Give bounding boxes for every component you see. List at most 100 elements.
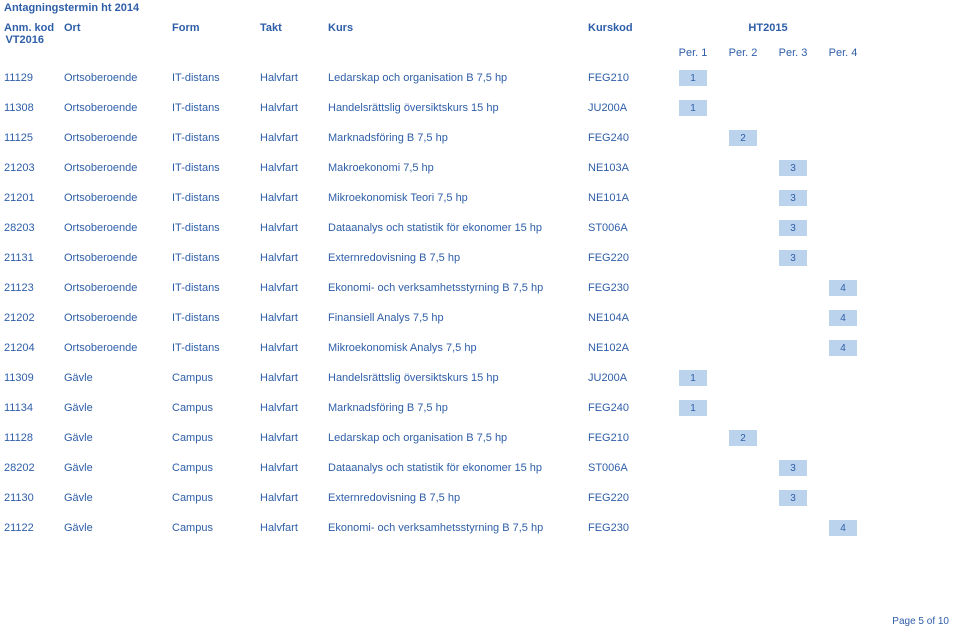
cell-takt: Halvfart: [260, 102, 328, 114]
cell-kurskod: FEG230: [588, 522, 668, 534]
cell-takt: Halvfart: [260, 522, 328, 534]
period-chip: 3: [779, 460, 807, 476]
cell-form: IT-distans: [172, 72, 260, 84]
period-chip: 3: [779, 190, 807, 206]
cell-kurs: Ledarskap och organisation B 7,5 hp: [328, 72, 588, 84]
period-cell: 4: [818, 340, 868, 356]
cell-takt: Halvfart: [260, 432, 328, 444]
period-cell: 1: [668, 70, 718, 86]
col-ort: Ort: [64, 22, 172, 34]
cell-kurskod: NE104A: [588, 312, 668, 324]
cell-kurskod: FEG220: [588, 252, 668, 264]
cell-form: Campus: [172, 462, 260, 474]
column-header-row: Anm. kod Ort Form Takt Kurs Kurskod HT20…: [0, 22, 959, 47]
spacer: [328, 47, 588, 59]
cell-kurskod: FEG240: [588, 402, 668, 414]
cell-form: Campus: [172, 432, 260, 444]
table-row: 28202GävleCampusHalvfartDataanalys och s…: [0, 453, 959, 483]
cell-kod: 28202: [4, 462, 64, 474]
cell-ort: Ortsoberoende: [64, 192, 172, 204]
col-ht2015: HT2015: [668, 22, 868, 34]
cell-kod: 21203: [4, 162, 64, 174]
cell-kurskod: FEG210: [588, 432, 668, 444]
cell-ort: Gävle: [64, 432, 172, 444]
spacer: [172, 47, 260, 59]
cell-form: IT-distans: [172, 222, 260, 234]
cell-takt: Halvfart: [260, 192, 328, 204]
period-chip: 3: [779, 160, 807, 176]
col-anm-kod: Anm. kod: [4, 22, 64, 34]
cell-takt: Halvfart: [260, 372, 328, 384]
cell-takt: Halvfart: [260, 312, 328, 324]
period-chip: 1: [679, 370, 707, 386]
period-chip: 4: [829, 520, 857, 536]
cell-form: IT-distans: [172, 192, 260, 204]
table-row: 28203OrtsoberoendeIT-distansHalvfartData…: [0, 213, 959, 243]
period-chip: 1: [679, 70, 707, 86]
table-row: 21130GävleCampusHalvfartExternredovisnin…: [0, 483, 959, 513]
cell-takt: Halvfart: [260, 222, 328, 234]
cell-takt: Halvfart: [260, 402, 328, 414]
cell-ort: Ortsoberoende: [64, 162, 172, 174]
cell-ort: Gävle: [64, 462, 172, 474]
table-row: 11129OrtsoberoendeIT-distansHalvfartLeda…: [0, 63, 959, 93]
table-row: 21131OrtsoberoendeIT-distansHalvfartExte…: [0, 243, 959, 273]
cell-form: Campus: [172, 492, 260, 504]
cell-ort: Ortsoberoende: [64, 252, 172, 264]
table-row: 21204OrtsoberoendeIT-distansHalvfartMikr…: [0, 333, 959, 363]
cell-kurs: Mikroekonomisk Teori 7,5 hp: [328, 192, 588, 204]
period-cell: 3: [768, 460, 818, 476]
cell-kurs: Marknadsföring B 7,5 hp: [328, 402, 588, 414]
cell-takt: Halvfart: [260, 72, 328, 84]
cell-kurs: Dataanalys och statistik för ekonomer 15…: [328, 222, 588, 234]
table-row: 21202OrtsoberoendeIT-distansHalvfartFina…: [0, 303, 959, 333]
period-chip: 4: [829, 310, 857, 326]
col-per4: Per. 4: [818, 47, 868, 59]
cell-kurs: Mikroekonomisk Analys 7,5 hp: [328, 342, 588, 354]
cell-kurs: Marknadsföring B 7,5 hp: [328, 132, 588, 144]
col-takt: Takt: [260, 22, 328, 34]
cell-kod: 21202: [4, 312, 64, 324]
cell-kurskod: FEG230: [588, 282, 668, 294]
table-row: 21201OrtsoberoendeIT-distansHalvfartMikr…: [0, 183, 959, 213]
cell-kod: 11309: [4, 372, 64, 384]
cell-kod: 21131: [4, 252, 64, 264]
table-body: 11129OrtsoberoendeIT-distansHalvfartLeda…: [0, 63, 959, 543]
period-chip: 2: [729, 430, 757, 446]
cell-kod: 11129: [4, 72, 64, 84]
cell-kurskod: ST006A: [588, 222, 668, 234]
cell-ort: Ortsoberoende: [64, 312, 172, 324]
period-chip: 3: [779, 220, 807, 236]
cell-takt: Halvfart: [260, 492, 328, 504]
col-per1: Per. 1: [668, 47, 718, 59]
cell-kod: 21201: [4, 192, 64, 204]
period-cell: 4: [818, 310, 868, 326]
period-chip: 3: [779, 490, 807, 506]
cell-ort: Ortsoberoende: [64, 132, 172, 144]
cell-form: IT-distans: [172, 252, 260, 264]
period-cell: 2: [718, 430, 768, 446]
period-chip: 1: [679, 100, 707, 116]
period-cell: 1: [668, 370, 718, 386]
cell-takt: Halvfart: [260, 342, 328, 354]
cell-form: Campus: [172, 402, 260, 414]
cell-kod: 11134: [4, 402, 64, 414]
cell-kurskod: NE102A: [588, 342, 668, 354]
page-footer: Page 5 of 10: [892, 616, 949, 627]
cell-kurskod: FEG210: [588, 72, 668, 84]
period-cell: 3: [768, 190, 818, 206]
cell-ort: Gävle: [64, 402, 172, 414]
cell-kod: 28203: [4, 222, 64, 234]
cell-ort: Ortsoberoende: [64, 102, 172, 114]
table-row: 11128GävleCampusHalvfartLedarskap och or…: [0, 423, 959, 453]
period-cell: 3: [768, 250, 818, 266]
period-chip: 3: [779, 250, 807, 266]
cell-kurskod: ST006A: [588, 462, 668, 474]
period-chip: 4: [829, 280, 857, 296]
cell-form: Campus: [172, 372, 260, 384]
page-frame: Antagningstermin ht 2014 Anm. kod Ort Fo…: [0, 0, 959, 633]
cell-form: Campus: [172, 522, 260, 534]
cell-kurs: Externredovisning B 7,5 hp: [328, 252, 588, 264]
spacer: [260, 47, 328, 59]
cell-ort: Gävle: [64, 372, 172, 384]
